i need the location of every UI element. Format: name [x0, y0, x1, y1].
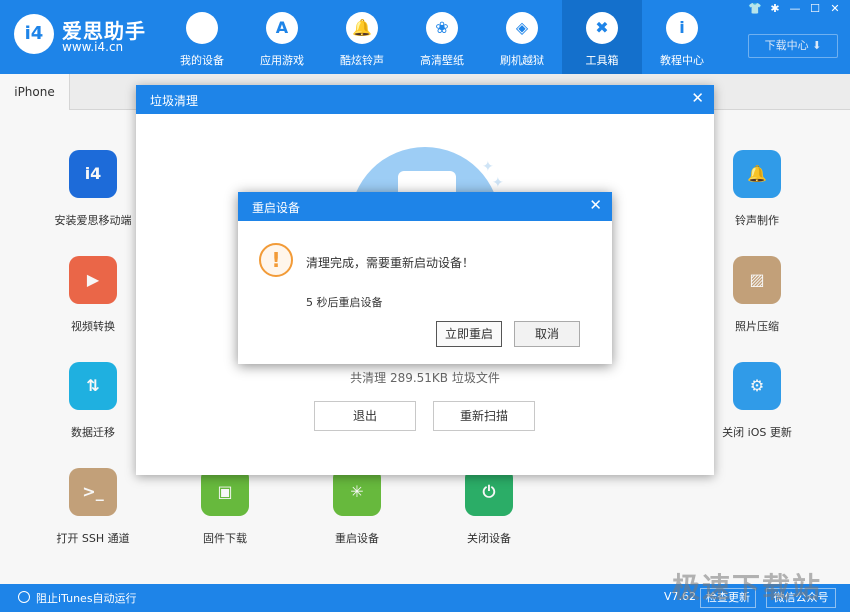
- app-store-icon: A: [266, 12, 298, 44]
- nav-wallpapers[interactable]: ❀ 高清壁纸: [402, 0, 482, 74]
- nav-label: 酷炫铃声: [340, 54, 384, 67]
- i4-logo: i4: [14, 14, 54, 54]
- site-url: www.i4.cn: [62, 40, 124, 54]
- watermark: 极速下载站: [672, 571, 823, 604]
- rescan-button[interactable]: 重新扫描: [433, 401, 535, 431]
- restart-dialog-titlebar: 重启设备 ✕: [238, 192, 612, 221]
- nav-apps-games[interactable]: A 应用游戏: [242, 0, 322, 74]
- skin-icon[interactable]: 👕: [746, 2, 764, 16]
- nav-label: 刷机越狱: [500, 54, 544, 67]
- cleanup-dialog-title: 垃圾清理: [150, 94, 199, 108]
- close-icon[interactable]: ✕: [691, 89, 704, 107]
- close-icon[interactable]: ✕: [826, 2, 844, 16]
- restart-dialog-title: 重启设备: [252, 201, 301, 215]
- minimize-icon[interactable]: —: [786, 2, 804, 16]
- nav-flash-jailbreak[interactable]: ◈ 刷机越狱: [482, 0, 562, 74]
- info-icon: i: [666, 12, 698, 44]
- flower-icon: ❀: [426, 12, 458, 44]
- nav-label: 工具箱: [585, 54, 619, 67]
- itunes-block-checkbox[interactable]: [18, 591, 30, 603]
- itunes-block-label[interactable]: 阻止iTunes自动运行: [36, 590, 137, 606]
- nav-label: 高清壁纸: [420, 54, 464, 67]
- nav-my-device[interactable]: 我的设备: [162, 0, 242, 74]
- exit-button[interactable]: 退出: [314, 401, 416, 431]
- cancel-button[interactable]: 取消: [514, 321, 580, 347]
- nav-label: 我的设备: [180, 54, 224, 67]
- nav-label: 教程中心: [660, 54, 704, 67]
- nav-tutorials[interactable]: i 教程中心: [642, 0, 722, 74]
- nav-toolbox[interactable]: ✖ 工具箱: [562, 0, 642, 74]
- maximize-icon[interactable]: ☐: [806, 2, 824, 16]
- apple-icon: [186, 12, 218, 44]
- title-bar: i4 爱思助手 www.i4.cn 我的设备 A 应用游戏 🔔 酷炫铃声 ❀ 高…: [0, 0, 850, 74]
- nav-label: 应用游戏: [260, 54, 304, 67]
- download-center-button[interactable]: 下载中心 ⬇: [748, 34, 838, 58]
- restart-countdown: 5 秒后重启设备: [306, 296, 383, 309]
- close-icon[interactable]: ✕: [589, 196, 602, 214]
- sparkle-icon: ✦: [492, 175, 504, 191]
- logo-text: i4: [24, 23, 44, 44]
- cleanup-summary: 共清理 289.51KB 垃圾文件: [350, 371, 500, 385]
- dropbox-icon: ◈: [506, 12, 538, 44]
- cleanup-dialog-titlebar: 垃圾清理 ✕: [136, 85, 714, 114]
- settings-icon[interactable]: ✱: [766, 2, 784, 16]
- restart-now-button[interactable]: 立即重启: [436, 321, 502, 347]
- nav-ringtones[interactable]: 🔔 酷炫铃声: [322, 0, 402, 74]
- sparkle-icon: ✦: [482, 159, 494, 175]
- restart-message: 清理完成，需要重新启动设备！: [306, 256, 475, 270]
- bell-icon: 🔔: [346, 12, 378, 44]
- tools-icon: ✖: [586, 12, 618, 44]
- warning-icon: !: [259, 243, 293, 277]
- restart-dialog: 重启设备 ✕ ! 清理完成，需要重新启动设备！ 5 秒后重启设备 立即重启 取消: [238, 192, 612, 364]
